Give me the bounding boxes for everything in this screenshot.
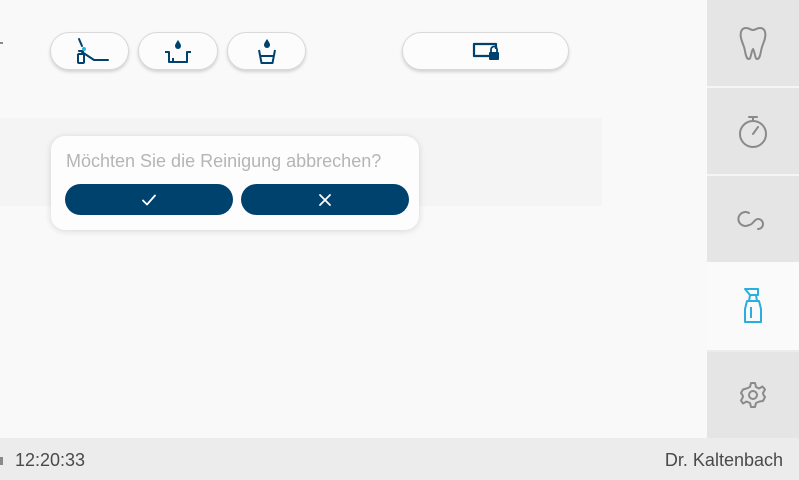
cancel-cleaning-dialog: Möchten Sie die Reinigung abbrechen? <box>51 136 419 230</box>
tab-treatment[interactable] <box>707 0 799 86</box>
chair-spray-icon <box>76 38 109 64</box>
dialog-message: Möchten Sie die Reinigung abbrechen? <box>66 151 382 171</box>
clock: 12:20:33 <box>15 450 86 470</box>
main-panel: Möchten Sie die Reinigung abbrechen? <box>0 0 707 438</box>
tooth-icon <box>739 27 767 60</box>
confirm-button[interactable] <box>65 184 233 215</box>
loop-icon <box>737 211 764 230</box>
status-bar: 12:20:33 Dr. Kaltenbach <box>0 438 799 480</box>
close-icon <box>319 193 331 206</box>
tab-loop[interactable] <box>707 176 799 262</box>
edge-marker <box>0 42 3 44</box>
sidebar <box>707 0 799 438</box>
basin-drop-icon <box>165 40 191 63</box>
tab-settings[interactable] <box>707 352 799 438</box>
spray-bottle-icon <box>744 288 762 323</box>
tab-timer[interactable] <box>707 88 799 174</box>
user-name: Dr. Kaltenbach <box>664 450 783 470</box>
cup-cleaning-button[interactable] <box>227 32 306 70</box>
stopwatch-icon <box>739 116 767 148</box>
chair-cleaning-button[interactable] <box>50 32 129 70</box>
screen-lock-button[interactable] <box>402 32 569 70</box>
basin-cleaning-button[interactable] <box>138 32 218 70</box>
gear-icon <box>740 382 766 408</box>
cup-drop-icon <box>257 39 276 64</box>
check-icon <box>142 194 156 205</box>
screen-lock-icon <box>472 42 499 60</box>
cancel-button[interactable] <box>241 184 409 215</box>
clock-indicator-icon <box>0 457 3 465</box>
tab-cleaning[interactable] <box>707 262 799 350</box>
